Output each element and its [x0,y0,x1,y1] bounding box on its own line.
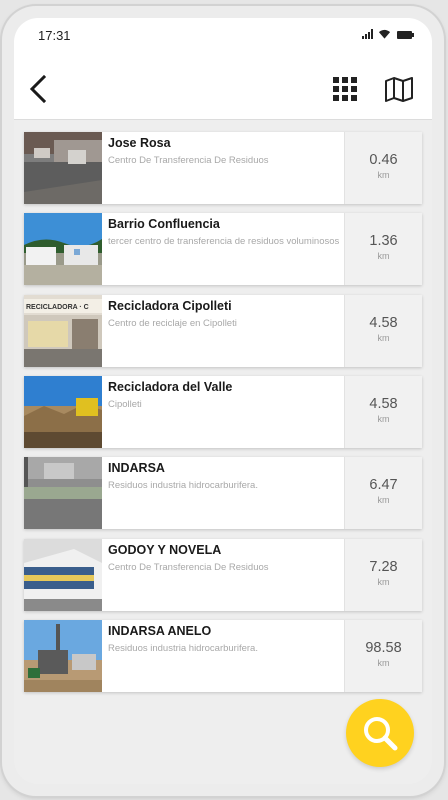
item-subtitle: tercer centro de transferencia de residu… [108,236,340,247]
item-subtitle: Centro de reciclaje en Cipolleti [108,318,237,329]
distance-box: 0.46 km [344,132,422,204]
item-subtitle: Centro De Transferencia De Residuos [108,155,269,166]
distance-unit: km [377,414,390,424]
place-photo [24,132,102,204]
distance-unit: km [377,170,390,180]
distance-box: 1.36 km [344,213,422,285]
distance-box: 4.58 km [344,295,422,367]
signal-icon [362,29,373,39]
wifi-icon [378,29,391,39]
place-photo [24,539,102,611]
item-title: INDARSA ANELO [108,624,212,638]
distance-box: 7.28 km [344,539,422,611]
distance-value: 4.58 [369,315,398,331]
chevron-left-icon [29,74,47,104]
status-bar: 17:31 [14,18,432,58]
distance-box: 6.47 km [344,457,422,529]
map-icon [385,77,413,102]
distance-unit: km [377,658,390,668]
item-subtitle: Centro De Transferencia De Residuos [108,562,269,573]
distance-value: 7.28 [369,559,398,575]
item-title: GODOY Y NOVELA [108,543,222,557]
item-subtitle: Residuos industria hidrocarburifera. [108,643,258,654]
distance-box: 98.58 km [344,620,422,692]
item-subtitle: Residuos industria hidrocarburifera. [108,480,258,491]
distance-value: 0.46 [369,152,398,168]
status-icons [362,29,414,39]
list-item[interactable]: Recicladora del Valle Cipolleti 4.58 km [24,376,422,448]
list-item[interactable]: Jose Rosa Centro De Transferencia De Res… [24,132,422,204]
list-item[interactable]: INDARSA Residuos industria hidrocarburif… [24,457,422,529]
battery-icon [397,31,414,39]
item-title: Jose Rosa [108,136,171,150]
list-item[interactable]: INDARSA ANELO Residuos industria hidroca… [24,620,422,692]
map-view-button[interactable] [384,76,414,102]
item-title: INDARSA [108,461,165,475]
search-fab-button[interactable] [346,699,414,767]
list-item[interactable]: Barrio Confluencia tercer centro de tran… [24,213,422,285]
place-photo: RECICLADORA · C [24,295,102,367]
back-button[interactable] [24,72,54,106]
grid-icon [333,77,357,101]
distance-unit: km [377,333,390,343]
app-screen: 17:31 Jose Rosa Centro De Transferencia … [14,18,432,784]
place-photo [24,376,102,448]
search-icon [364,717,398,751]
grid-view-button[interactable] [332,76,358,102]
item-title: Barrio Confluencia [108,217,220,231]
distance-value: 98.58 [365,640,402,656]
place-photo [24,620,102,692]
phone-frame: 17:31 Jose Rosa Centro De Transferencia … [2,6,444,796]
distance-unit: km [377,577,390,587]
distance-value: 6.47 [369,477,398,493]
list-item[interactable]: RECICLADORA · C Recicladora Cipolleti Ce… [24,295,422,367]
distance-box: 4.58 km [344,376,422,448]
place-photo [24,457,102,529]
app-bar [14,58,432,120]
item-title: Recicladora del Valle [108,380,233,394]
place-photo [24,213,102,285]
list-item[interactable]: GODOY Y NOVELA Centro De Transferencia D… [24,539,422,611]
item-subtitle: Cipolleti [108,399,142,410]
distance-value: 4.58 [369,396,398,412]
status-time: 17:31 [38,28,71,43]
distance-unit: km [377,251,390,261]
thumb-sign-text: RECICLADORA · C [26,304,89,311]
item-title: Recicladora Cipolleti [108,299,232,313]
distance-value: 1.36 [369,233,398,249]
distance-unit: km [377,495,390,505]
